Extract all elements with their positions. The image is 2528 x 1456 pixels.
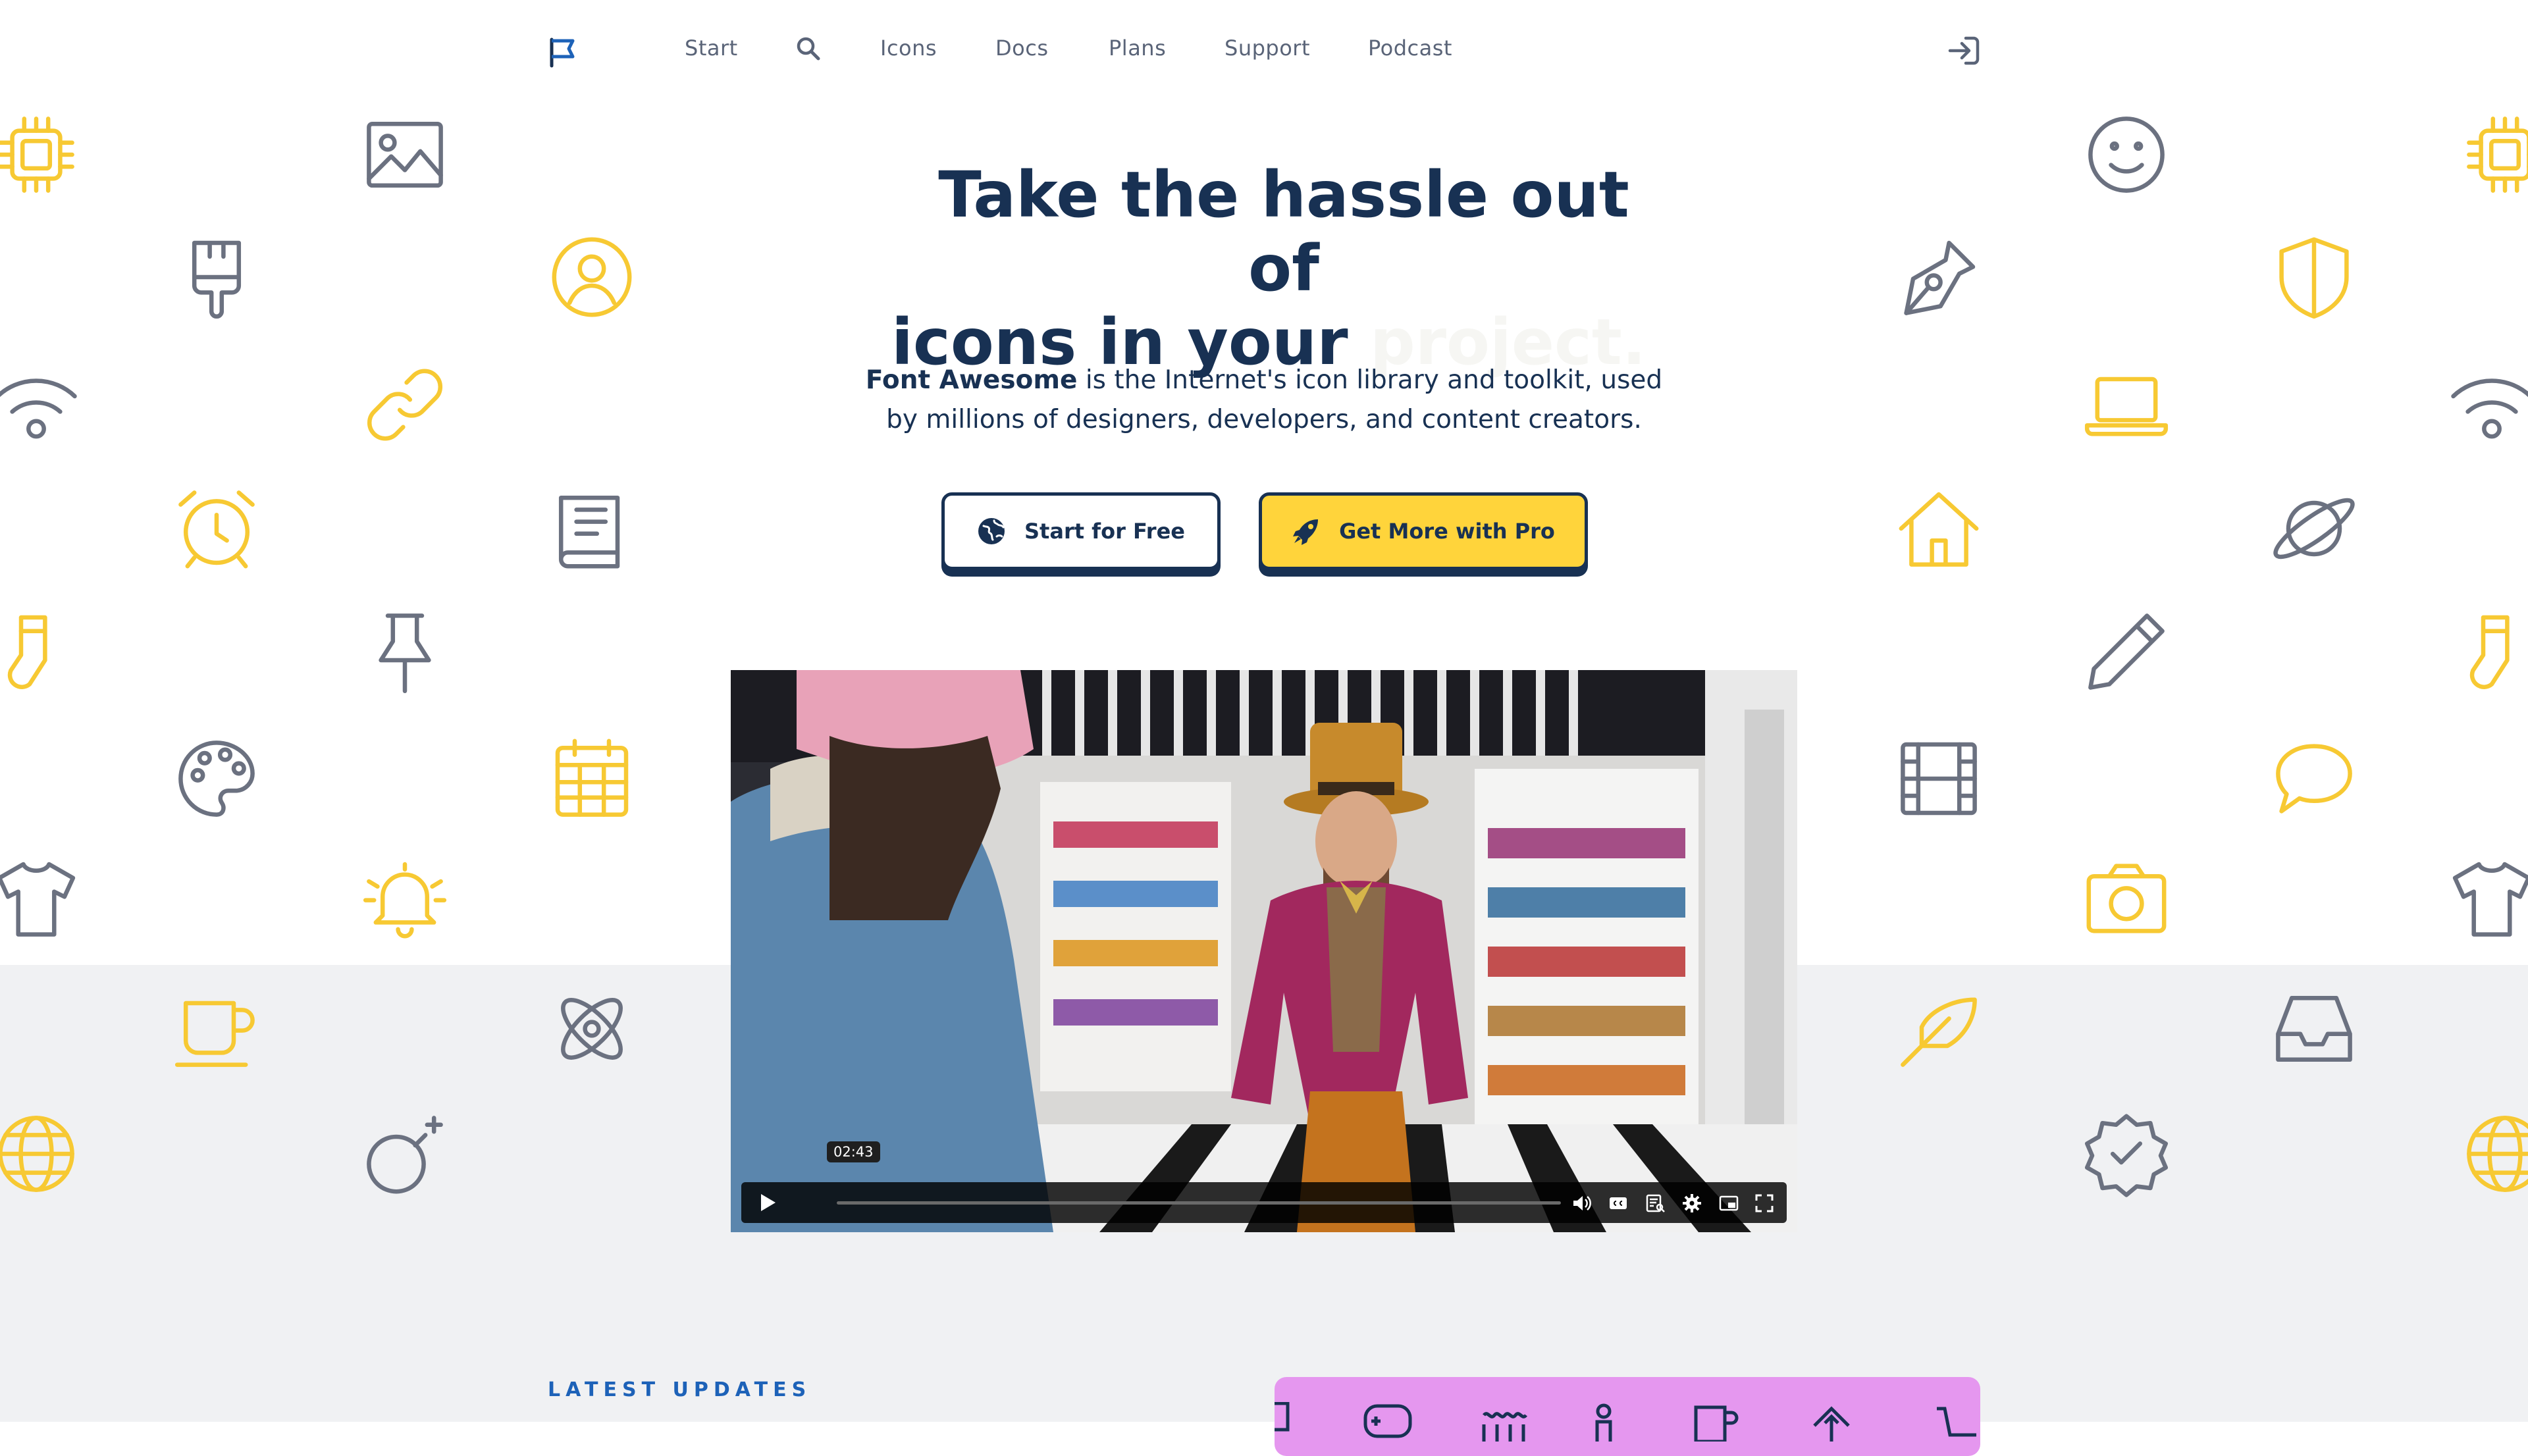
gamepad-icon xyxy=(1363,1402,1413,1442)
shirt-icon xyxy=(2449,856,2528,941)
top-navigation: Start Icons Docs Plans Support Podcast xyxy=(546,26,1982,72)
palette-icon xyxy=(174,736,259,821)
promo-video-player[interactable]: 02:43 xyxy=(731,670,1797,1232)
start-for-free-label: Start for Free xyxy=(1024,519,1185,544)
calendar-icon xyxy=(549,736,635,821)
camera-icon xyxy=(2084,856,2169,941)
shield-icon xyxy=(2271,234,2357,320)
socks-icon xyxy=(2449,609,2528,694)
captions-icon[interactable] xyxy=(1608,1193,1629,1214)
film-icon xyxy=(1896,736,1982,821)
fullscreen-icon[interactable] xyxy=(1754,1193,1775,1214)
pencil-icon xyxy=(2084,609,2169,694)
bomb-icon xyxy=(362,1111,448,1197)
picture-in-picture-icon[interactable] xyxy=(1718,1193,1739,1214)
play-icon[interactable] xyxy=(756,1191,778,1214)
nav-support[interactable]: Support xyxy=(1224,36,1310,61)
nav-podcast[interactable]: Podcast xyxy=(1368,36,1452,61)
video-time-tooltip: 02:43 xyxy=(827,1141,880,1162)
bell-icon xyxy=(362,856,448,941)
search-icon[interactable] xyxy=(795,36,822,62)
box-icon xyxy=(1275,1401,1325,1442)
microchip-icon xyxy=(0,112,79,197)
globe-outline-icon xyxy=(0,1111,79,1197)
thumbtack-icon xyxy=(362,609,448,694)
house-up-icon xyxy=(1806,1402,1856,1442)
sign-in-icon[interactable] xyxy=(1946,33,1982,68)
feather-icon xyxy=(1896,986,1982,1072)
globe-icon xyxy=(977,517,1006,546)
settings-icon[interactable] xyxy=(1681,1193,1702,1214)
latest-updates-heading: LATEST UPDATES xyxy=(548,1378,812,1401)
atom-icon xyxy=(549,986,635,1072)
wifi-icon xyxy=(2449,362,2528,448)
flag-icon[interactable] xyxy=(546,36,579,68)
nav-docs[interactable]: Docs xyxy=(995,36,1048,61)
get-more-with-pro-label: Get More with Pro xyxy=(1339,519,1555,544)
image-icon xyxy=(362,112,448,197)
microchip-icon xyxy=(2462,112,2528,197)
wifi-icon xyxy=(0,362,79,448)
certificate-icon xyxy=(2084,1111,2169,1197)
alarm-clock-icon xyxy=(174,486,259,571)
shirt-icon xyxy=(0,856,79,941)
get-more-with-pro-button[interactable]: Get More with Pro xyxy=(1259,492,1588,570)
video-frame xyxy=(731,670,1797,1232)
house-icon xyxy=(1896,486,1982,571)
hero-subtitle-brand: Font Awesome xyxy=(865,365,1078,395)
smile-icon xyxy=(2084,112,2169,197)
rocket-icon xyxy=(1292,517,1321,546)
user-circle-icon xyxy=(549,234,635,320)
video-controls: 02:43 xyxy=(741,1141,1787,1223)
latest-updates-promo-card[interactable] xyxy=(1275,1377,1980,1456)
nav-plans[interactable]: Plans xyxy=(1109,36,1166,61)
transcript-icon[interactable] xyxy=(1645,1193,1666,1214)
globe-outline-icon xyxy=(2462,1111,2528,1197)
paintbrush-icon xyxy=(174,234,259,320)
planet-icon xyxy=(2271,486,2357,571)
comment-icon xyxy=(2271,736,2357,821)
mug-icon xyxy=(174,986,259,1072)
book-icon xyxy=(549,486,635,571)
inbox-icon xyxy=(2271,986,2357,1072)
waves-icon xyxy=(1480,1402,1530,1444)
socks-icon xyxy=(0,609,72,694)
nav-icons[interactable]: Icons xyxy=(880,36,937,61)
hero-title: Take the hassle out of icons in your pro… xyxy=(856,158,1672,379)
hero-subtitle: Font Awesome is the Internet's icon libr… xyxy=(849,361,1679,440)
nav-start[interactable]: Start xyxy=(685,36,738,61)
volume-icon[interactable] xyxy=(1571,1193,1592,1214)
video-progress-track[interactable] xyxy=(837,1201,1561,1205)
cup-icon xyxy=(1689,1402,1739,1443)
person-icon xyxy=(1579,1402,1629,1450)
link-icon xyxy=(362,362,448,448)
pen-nib-icon xyxy=(1896,234,1982,320)
cart-icon xyxy=(1933,1402,1980,1442)
start-for-free-button[interactable]: Start for Free xyxy=(941,492,1221,570)
laptop-icon xyxy=(2084,362,2169,448)
hero-title-line1: Take the hassle out of xyxy=(938,158,1629,305)
